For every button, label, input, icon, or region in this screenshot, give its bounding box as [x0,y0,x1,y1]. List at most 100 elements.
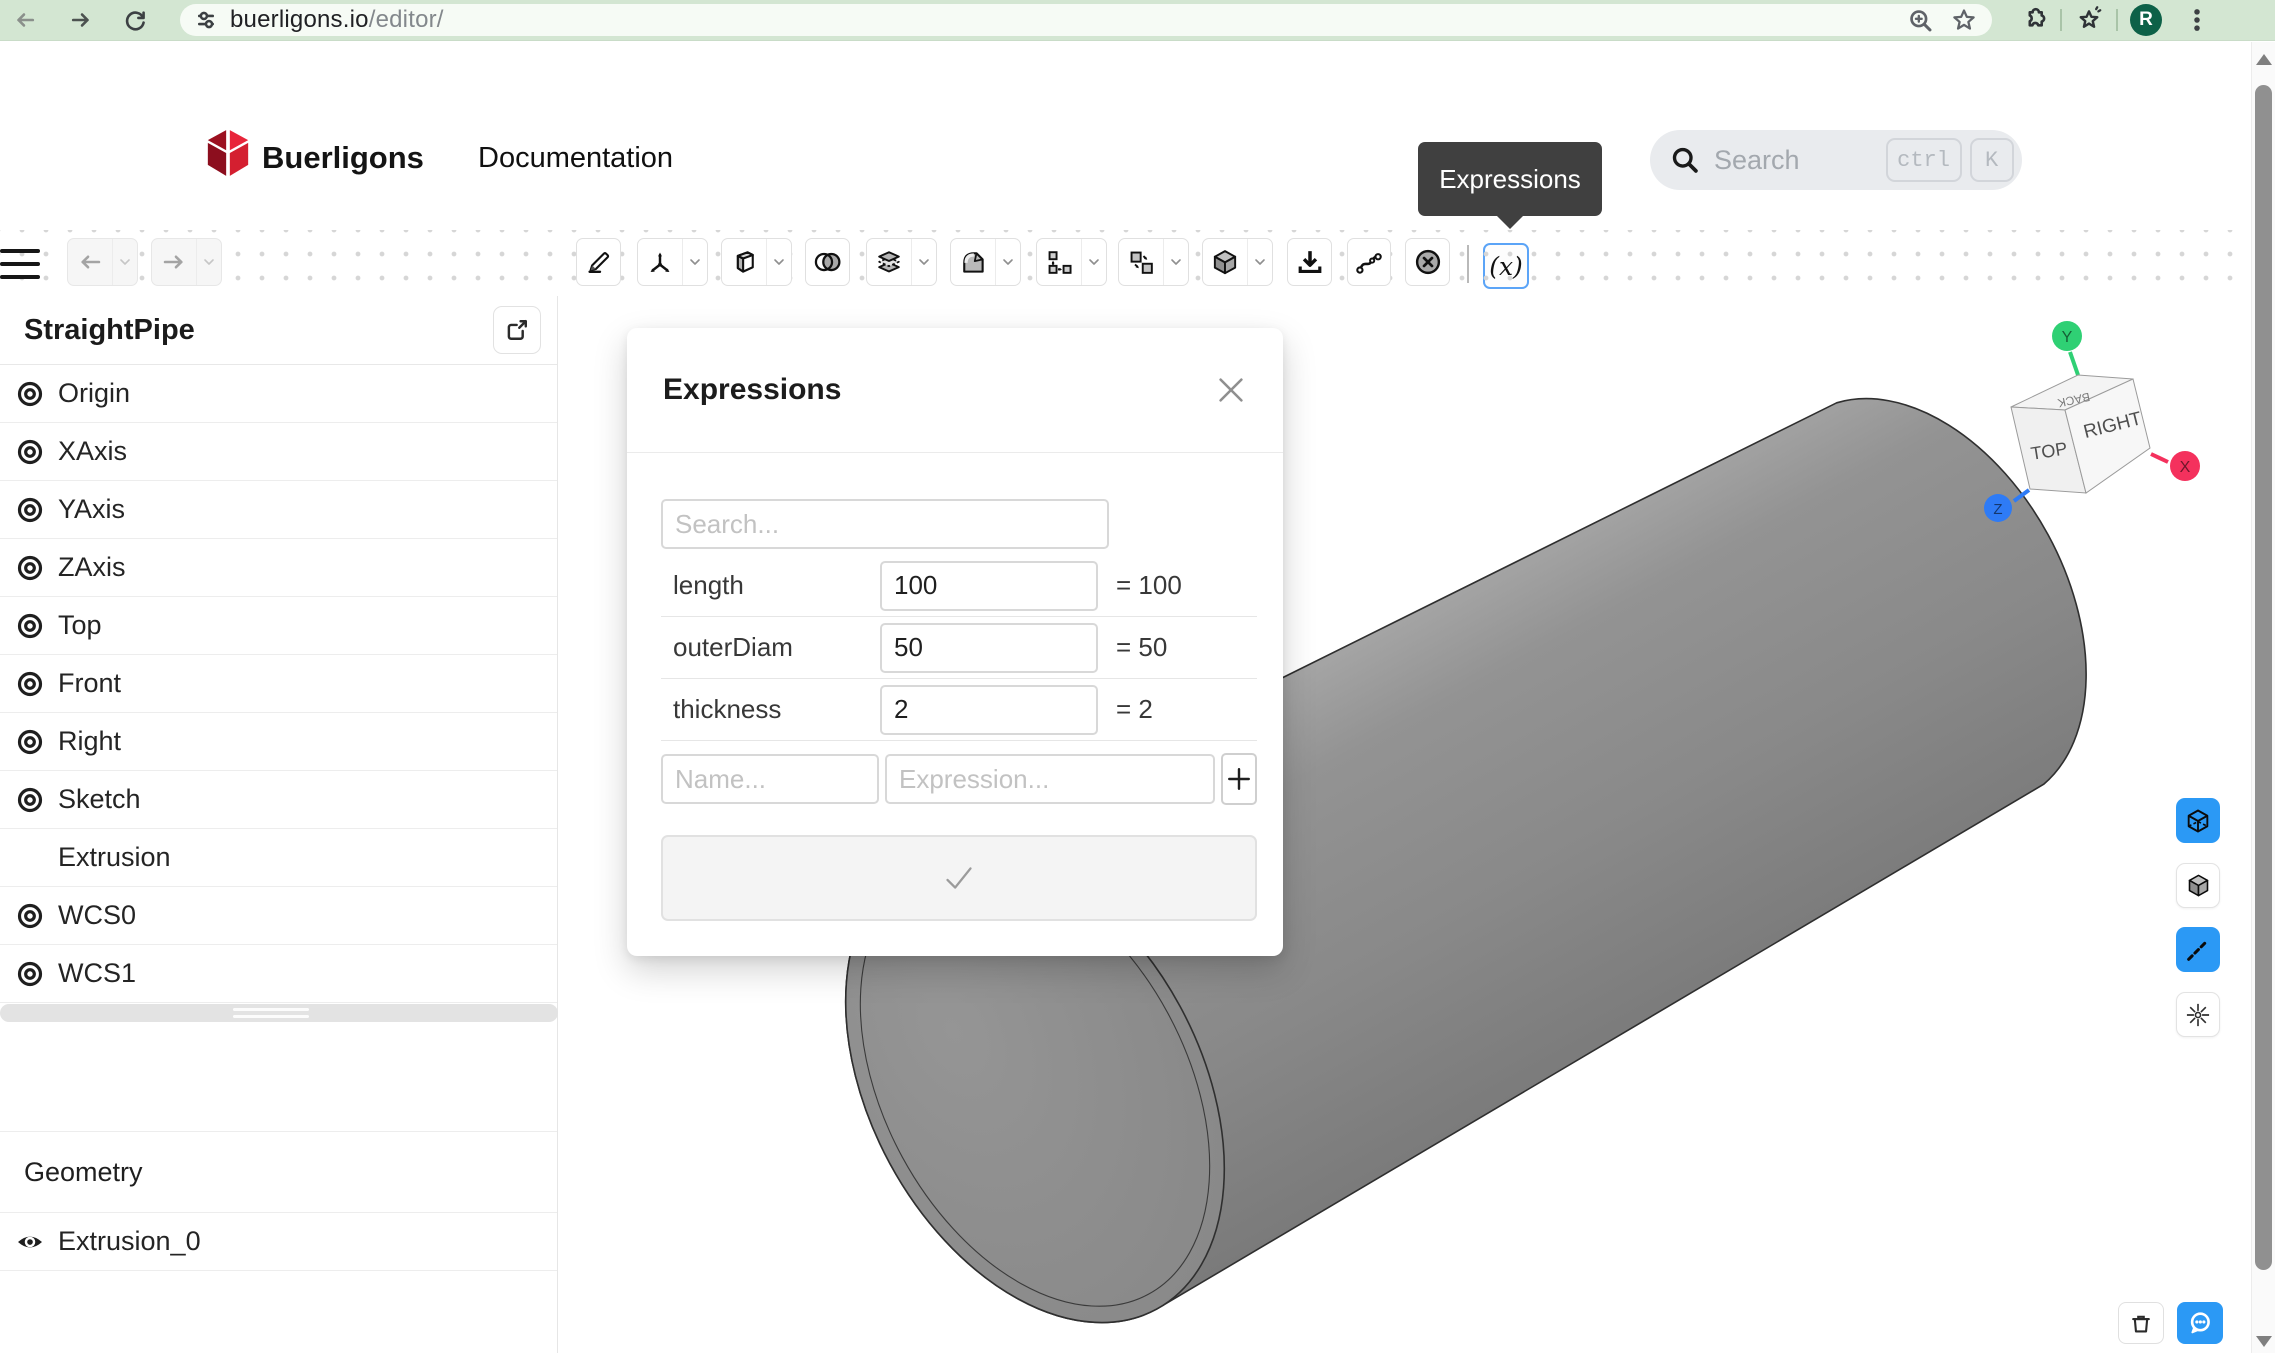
feature-list-item[interactable]: Origin [0,365,557,423]
feedback-chat-button[interactable] [2177,1302,2223,1344]
visibility-eye-icon[interactable] [14,436,46,468]
import-tool-button[interactable] [1287,238,1332,286]
browser-refresh-button[interactable] [118,3,152,37]
dialog-close-button[interactable] [1209,368,1253,412]
redo-icon[interactable] [152,239,196,285]
visibility-eye-icon[interactable] [14,668,46,700]
work-axes-icon[interactable] [638,239,682,285]
url-bar[interactable]: buerligons.io/editor/ [180,4,1992,36]
expression-value-input[interactable] [880,623,1098,673]
undo-button-group[interactable] [67,238,138,286]
snap-points-button[interactable] [2176,992,2220,1037]
undo-dropdown-chevron[interactable] [112,239,137,285]
dropdown-chevron[interactable] [1247,239,1272,285]
feature-list-item[interactable]: WCS1 [0,945,557,1003]
page-scrollbar[interactable] [2251,42,2275,1353]
pattern-distribute-icon[interactable] [1037,239,1081,285]
redo-dropdown-chevron[interactable] [196,239,221,285]
delete-view-button[interactable] [2118,1302,2164,1344]
dropdown-chevron[interactable] [1163,239,1188,285]
app-logo[interactable] [206,128,250,178]
undo-icon[interactable] [68,239,112,285]
extrude-tool-group[interactable] [721,238,792,286]
scrollbar-thumb[interactable] [2255,85,2272,1270]
nav-documentation-link[interactable]: Documentation [478,142,673,175]
visibility-eye-icon[interactable] [14,726,46,758]
boolean-tool-button[interactable] [805,238,850,286]
feature-list-item[interactable]: Sketch [0,771,557,829]
scroll-down-arrow-icon[interactable] [2256,1336,2272,1347]
scroll-up-arrow-icon[interactable] [2256,54,2272,65]
shaded-view-button[interactable] [2176,863,2220,908]
browser-forward-button[interactable] [64,3,98,37]
dropdown-chevron[interactable] [1081,239,1106,285]
visibility-eye-icon[interactable] [14,610,46,642]
global-search[interactable]: Search ctrl K [1650,130,2022,190]
drag-handle[interactable] [233,1008,309,1018]
view-cube-gizmo[interactable]: TOP RIGHT BACK Y X Z [1975,315,2207,530]
dashed-edges-toggle-button[interactable] [2176,927,2220,972]
remove-tool-button[interactable] [1405,238,1450,286]
layers-icon[interactable] [867,239,911,285]
hidden-line-view-button[interactable] [2176,798,2220,843]
visibility-eye-icon[interactable] [14,784,46,816]
slice-tool-group[interactable] [866,238,937,286]
feature-list-item[interactable]: Top [0,597,557,655]
visibility-eye-icon[interactable] [14,552,46,584]
profile-avatar[interactable]: R [2130,4,2162,36]
add-expression-button[interactable] [1221,753,1257,805]
dropdown-chevron[interactable] [766,239,791,285]
extrude-icon[interactable] [722,239,766,285]
feature-list-item[interactable]: ZAxis [0,539,557,597]
visibility-eye-icon[interactable] [14,958,46,990]
sketch-tool-button[interactable] [576,238,621,286]
work-geometry-tool-group[interactable] [637,238,708,286]
feature-list-item[interactable]: XAxis [0,423,557,481]
cube-icon[interactable] [1203,239,1247,285]
spline-tool-button[interactable] [1347,238,1391,286]
expression-search-input[interactable] [661,499,1109,549]
new-expression-name-input[interactable] [661,754,879,804]
feature-list-item[interactable]: Extrusion [0,829,557,887]
open-part-button[interactable] [493,306,541,354]
dropdown-chevron[interactable] [911,239,936,285]
pencil-icon [585,248,613,276]
expression-name: thickness [661,694,880,725]
main-menu-button[interactable] [0,247,42,281]
feature-list-item[interactable]: YAxis [0,481,557,539]
expression-value-input[interactable] [880,685,1098,735]
shortcut-ctrl-key: ctrl [1886,138,1962,182]
site-settings-icon[interactable] [194,8,218,32]
solid-view-tool-group[interactable] [1202,238,1273,286]
brand-name[interactable]: Buerligons [262,140,424,176]
dropdown-chevron[interactable] [995,239,1020,285]
new-expression-value-input[interactable] [885,754,1215,804]
visibility-eye-icon[interactable] [14,900,46,932]
visibility-eye-icon[interactable] [14,1226,46,1258]
search-icon [1670,145,1700,175]
geometry-list-item[interactable]: Extrusion_0 [0,1213,557,1271]
axis-z-label: Z [1993,501,2002,518]
geometry-section-header: Geometry [0,1131,557,1213]
copy-transform-tool-group[interactable] [1118,238,1189,286]
reading-list-icon[interactable] [2074,5,2104,35]
pattern-tool-group[interactable] [1036,238,1107,286]
browser-menu-icon[interactable] [2184,7,2210,33]
copy-move-icon[interactable] [1119,239,1163,285]
visibility-eye-icon[interactable] [14,378,46,410]
zoom-icon[interactable] [1907,7,1934,34]
redo-button-group[interactable] [151,238,222,286]
feature-list-item[interactable]: WCS0 [0,887,557,945]
fillet-icon[interactable] [951,239,995,285]
extensions-icon[interactable] [2020,6,2048,34]
fillet-tool-group[interactable] [950,238,1021,286]
bookmark-star-icon[interactable] [1950,6,1978,34]
visibility-eye-icon[interactable] [14,494,46,526]
confirm-button[interactable] [661,835,1257,921]
dropdown-chevron[interactable] [682,239,707,285]
feature-list-item[interactable]: Front [0,655,557,713]
feature-list-item[interactable]: Right [0,713,557,771]
browser-back-button[interactable] [8,3,42,37]
panel-resize-scrollbar[interactable] [0,1004,558,1022]
expression-value-input[interactable] [880,561,1098,611]
